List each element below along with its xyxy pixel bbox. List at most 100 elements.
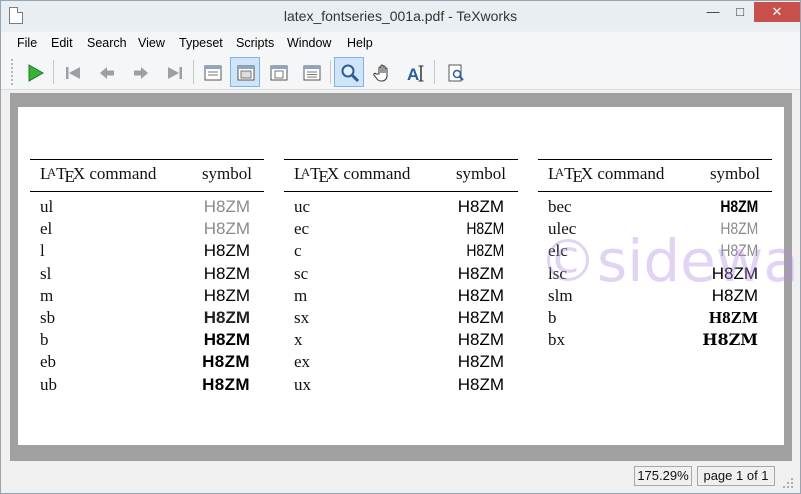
table-row: sb H8ZM — [30, 308, 264, 330]
row-command: el — [40, 219, 53, 239]
fit-window-button[interactable] — [263, 57, 293, 87]
row-symbol: H8ZM — [457, 330, 504, 350]
previous-page-button[interactable] — [91, 57, 121, 87]
table-top-rule — [538, 159, 772, 160]
fit-width-icon — [237, 65, 255, 81]
row-symbol: H8ZM — [708, 308, 758, 327]
fit-window-icon — [270, 65, 288, 81]
table-row: c H8ZM — [284, 241, 518, 263]
table-row: l H8ZM — [30, 241, 264, 263]
menu-help[interactable]: Help — [347, 36, 373, 50]
magnify-button[interactable] — [334, 57, 364, 87]
menu-scripts[interactable]: Scripts — [236, 36, 274, 50]
row-symbol: H8ZM — [466, 219, 504, 239]
last-page-button[interactable] — [159, 57, 189, 87]
first-page-icon — [66, 67, 80, 79]
table-row: b H8ZM — [30, 330, 264, 352]
header-command: LATEX command — [294, 164, 411, 186]
table-row: ul H8ZM — [30, 197, 264, 219]
table-row: bec H8ZM — [538, 197, 772, 219]
menu-typeset[interactable]: Typeset — [179, 36, 223, 50]
row-command: bx — [548, 330, 565, 350]
table-row: m H8ZM — [30, 286, 264, 308]
svg-text:A: A — [407, 65, 419, 83]
first-page-button[interactable] — [57, 57, 87, 87]
minimize-button[interactable]: — — [700, 2, 726, 22]
goto-source-button[interactable] — [440, 57, 470, 87]
row-symbol: H8ZM — [457, 308, 504, 327]
header-symbol: symbol — [709, 164, 760, 183]
row-symbol: H8ZM — [457, 285, 504, 305]
last-page-icon — [168, 67, 182, 79]
table-row: sc H8ZM — [284, 264, 518, 286]
maximize-button[interactable]: □ — [727, 2, 753, 22]
toolbar-grip[interactable] — [11, 59, 14, 85]
table-header-rule — [30, 191, 264, 192]
header-symbol: symbol — [201, 164, 252, 183]
table-row: bx H8ZM — [538, 330, 772, 352]
row-command: b — [40, 330, 49, 350]
row-symbol: H8ZM — [203, 330, 250, 350]
goto-source-icon — [448, 64, 464, 82]
menu-search[interactable]: Search — [87, 36, 127, 50]
table-row: ex H8ZM — [284, 352, 518, 374]
row-symbol: H8ZM — [457, 352, 504, 372]
menu-view[interactable]: View — [138, 36, 165, 50]
text-select-button[interactable]: A — [400, 57, 430, 87]
table-top-rule — [284, 159, 518, 160]
row-symbol: H8ZM — [457, 263, 504, 283]
resize-grip-icon[interactable] — [782, 477, 794, 489]
table-header-rule — [538, 191, 772, 192]
row-symbol: H8ZM — [203, 219, 250, 239]
toolbar-separator — [434, 60, 435, 84]
row-command: sx — [294, 308, 310, 327]
row-symbol: H8ZM — [202, 374, 250, 394]
row-command: ux — [294, 374, 311, 394]
row-command: uc — [294, 197, 311, 216]
table-header-rule — [284, 191, 518, 192]
next-page-button[interactable] — [125, 57, 155, 87]
row-command: m — [294, 285, 308, 305]
toolbar-separator — [330, 60, 331, 84]
hand-button[interactable] — [367, 57, 397, 87]
row-command: ub — [40, 374, 57, 394]
fit-width-button[interactable] — [230, 57, 260, 87]
menu-file[interactable]: File — [17, 36, 37, 50]
row-command: x — [294, 330, 303, 350]
row-command: m — [40, 285, 54, 305]
previous-page-icon — [100, 67, 114, 79]
row-command: bec — [548, 197, 572, 216]
row-symbol: H8ZM — [203, 308, 250, 327]
row-command: sc — [294, 263, 309, 283]
texworks-window: latex_fontseries_001a.pdf - TeXworks — □… — [0, 0, 801, 494]
hand-icon — [373, 64, 388, 82]
row-symbol: H8ZM — [720, 197, 758, 216]
typeset-button[interactable] — [19, 57, 49, 87]
actual-size-button[interactable] — [197, 57, 227, 87]
menu-window[interactable]: Window — [287, 36, 331, 50]
row-symbol: H8ZM — [203, 197, 250, 216]
page-indicator[interactable]: page 1 of 1 — [697, 466, 775, 486]
row-symbol: H8ZM — [203, 241, 250, 261]
row-symbol: H8ZM — [457, 197, 504, 216]
next-page-icon — [134, 67, 148, 79]
header-command: LATEX command — [40, 164, 157, 186]
actual-size-icon — [204, 65, 222, 81]
row-command: c — [294, 241, 302, 261]
text-select-icon: A — [407, 65, 424, 83]
row-command: b — [548, 308, 557, 327]
title-bar[interactable]: latex_fontseries_001a.pdf - TeXworks — □… — [1, 1, 800, 31]
close-button[interactable]: ✕ — [754, 2, 800, 22]
continuous-scroll-icon — [303, 65, 321, 81]
row-command: ex — [294, 352, 311, 372]
row-command: ec — [294, 219, 310, 239]
zoom-level[interactable]: 175.29% — [634, 466, 692, 486]
table-row: b H8ZM — [538, 308, 772, 330]
menu-edit[interactable]: Edit — [51, 36, 73, 50]
continuous-scroll-button[interactable] — [296, 57, 326, 87]
table-row: ux H8ZM — [284, 375, 518, 397]
table-row: el H8ZM — [30, 219, 264, 241]
table-top-rule — [30, 159, 264, 160]
table-row: uc H8ZM — [284, 197, 518, 219]
toolbar-separator — [193, 60, 194, 84]
